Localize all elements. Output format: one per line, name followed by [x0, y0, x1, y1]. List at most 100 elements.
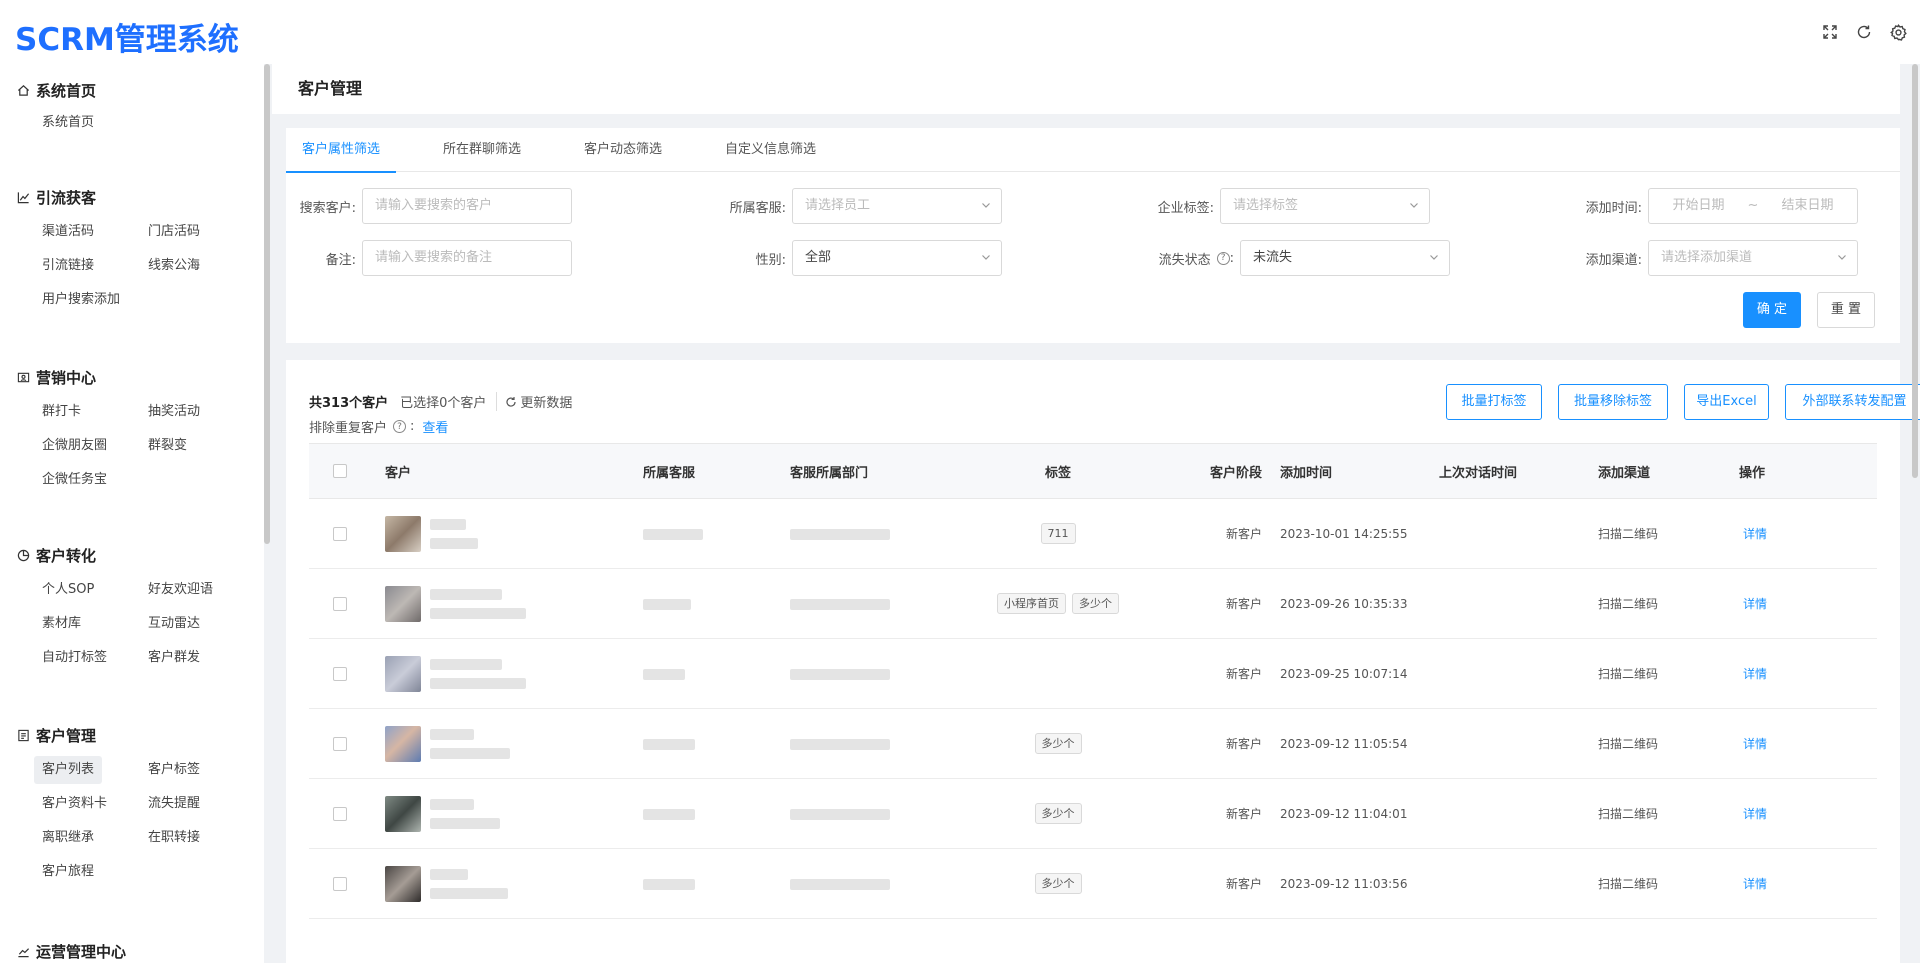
- date-start[interactable]: 开始日期: [1673, 189, 1725, 223]
- tab-attribute-filter[interactable]: 客户属性筛选: [285, 128, 397, 173]
- table-row[interactable]: 多少个 新客户 2023-09-12 11:05:54 扫描二维码 详情: [309, 708, 1877, 779]
- batch-tag-button[interactable]: 批量打标签: [1446, 384, 1542, 420]
- gear-icon[interactable]: [1888, 22, 1908, 42]
- reset-button[interactable]: 重 置: [1817, 292, 1875, 328]
- export-excel-button[interactable]: 导出Excel: [1684, 384, 1769, 420]
- tab-activity-filter[interactable]: 客户动态筛选: [584, 128, 662, 172]
- sidebar-item-moments[interactable]: 企微朋友圈: [34, 432, 115, 460]
- sidebar-item-channel-code[interactable]: 渠道活码: [34, 218, 102, 246]
- detail-link[interactable]: 详情: [1743, 527, 1767, 541]
- row-checkbox[interactable]: [333, 666, 347, 681]
- staff-label: 所属客服:: [729, 200, 786, 216]
- refresh-icon[interactable]: [1854, 22, 1874, 42]
- tab-group-filter[interactable]: 所在群聊筛选: [443, 128, 521, 172]
- batch-untag-button[interactable]: 批量移除标签: [1558, 384, 1668, 420]
- table-row[interactable]: 小程序首页 多少个 新客户 2023-09-26 10:35:33 扫描二维码 详…: [309, 568, 1877, 639]
- customer-name-redacted: [430, 588, 502, 600]
- sidebar-item-resign-inherit[interactable]: 离职继承: [34, 824, 102, 852]
- sidebar-item-journey[interactable]: 客户旅程: [34, 858, 102, 886]
- detail-link[interactable]: 详情: [1743, 737, 1767, 751]
- fullscreen-icon[interactable]: [1820, 22, 1840, 42]
- gender-label: 性别:: [755, 252, 786, 268]
- sidebar-item-personal-sop[interactable]: 个人SOP: [34, 576, 102, 604]
- remark-input[interactable]: 请输入要搜索的备注: [362, 240, 572, 276]
- detail-link[interactable]: 详情: [1743, 877, 1767, 891]
- sidebar-item-customer-list[interactable]: 客户列表: [34, 756, 103, 784]
- sidebar-item-lottery[interactable]: 抽奖活动: [140, 398, 208, 426]
- sidebar-group-title[interactable]: 运营管理中心: [16, 940, 126, 962]
- help-icon[interactable]: ?: [1216, 251, 1230, 265]
- sidebar-item-welcome-msg[interactable]: 好友欢迎语: [140, 576, 221, 604]
- sidebar-group-marketing: 营销中心 群打卡 抽奖活动 企微朋友圈 群裂变 企微任务宝: [16, 366, 246, 494]
- chevron-down-icon: [1430, 255, 1438, 260]
- sidebar-item-group-checkin[interactable]: 群打卡: [34, 398, 89, 426]
- detail-link[interactable]: 详情: [1743, 807, 1767, 821]
- page-title: 客户管理: [272, 64, 1900, 114]
- forward-config-button[interactable]: 外部联系转发配置: [1785, 384, 1920, 420]
- added-time: 2023-09-12 11:04:01: [1280, 778, 1439, 849]
- search-input[interactable]: 请输入要搜索的客户: [362, 188, 572, 224]
- row-checkbox[interactable]: [333, 876, 347, 891]
- added-time: 2023-09-25 10:07:14: [1280, 638, 1439, 709]
- sidebar-item-store-code[interactable]: 门店活码: [140, 218, 208, 246]
- table-row[interactable]: 多少个 新客户 2023-09-12 11:04:01 扫描二维码 详情: [309, 778, 1877, 849]
- sidebar-group-title[interactable]: 引流获客: [16, 186, 246, 208]
- table-row[interactable]: 新客户 2023-09-25 10:07:14 扫描二维码 详情: [309, 638, 1877, 709]
- dedup-view-link[interactable]: 查看: [422, 417, 448, 436]
- row-checkbox[interactable]: [333, 736, 347, 751]
- sidebar-item-customer-tags[interactable]: 客户标签: [140, 756, 208, 784]
- detail-link[interactable]: 详情: [1743, 597, 1767, 611]
- pie-chart-icon: [16, 548, 30, 562]
- table-row[interactable]: 711 新客户 2023-10-01 14:25:55 扫描二维码 详情: [309, 498, 1877, 569]
- sidebar-group-title[interactable]: 客户管理: [16, 724, 246, 746]
- confirm-button[interactable]: 确 定: [1743, 292, 1801, 328]
- table-row[interactable]: 多少个 新客户 2023-09-12 11:03:56 扫描二维码 详情: [309, 848, 1877, 919]
- chevron-down-icon: [982, 255, 990, 260]
- table-header: 客户 所属客服 客服所属部门 标签 客户阶段 添加时间 上次对话时间 添加渠道 …: [309, 443, 1877, 499]
- tag-label: 企业标签:: [1157, 200, 1214, 216]
- channel-select[interactable]: 请选择添加渠道: [1648, 240, 1858, 276]
- sidebar-item-churn-alert[interactable]: 流失提醒: [140, 790, 208, 818]
- date-range-picker[interactable]: 开始日期 ~ 结束日期: [1648, 188, 1858, 224]
- sidebar-item-user-search[interactable]: 用户搜索添加: [34, 286, 128, 314]
- row-checkbox[interactable]: [333, 806, 347, 821]
- select-all-checkbox[interactable]: [333, 464, 347, 478]
- gender-select[interactable]: 全部: [792, 240, 1002, 276]
- sidebar-item-task-treasure[interactable]: 企微任务宝: [34, 466, 115, 494]
- help-icon[interactable]: ?: [393, 420, 407, 433]
- row-checkbox[interactable]: [333, 526, 347, 541]
- sidebar-item-mass-send[interactable]: 客户群发: [140, 644, 208, 672]
- detail-link[interactable]: 详情: [1743, 667, 1767, 681]
- sidebar-item-traffic-link[interactable]: 引流链接: [34, 252, 102, 280]
- refresh-data-button[interactable]: 更新数据: [496, 392, 572, 411]
- staff-select[interactable]: 请选择员工: [792, 188, 1002, 224]
- sidebar-item-system-home[interactable]: 系统首页: [34, 109, 102, 137]
- selected-count: 已选择0个客户: [400, 396, 487, 411]
- main-scrollbar[interactable]: [1912, 64, 1918, 478]
- sidebar-item-transfer[interactable]: 在职转接: [140, 824, 208, 852]
- sidebar-item-profile-card[interactable]: 客户资料卡: [34, 790, 115, 818]
- sidebar-item-material[interactable]: 素材库: [34, 610, 89, 638]
- add-channel: 扫描二维码: [1598, 708, 1733, 779]
- sidebar-item-lead-pool[interactable]: 线索公海: [140, 252, 208, 280]
- department-redacted: [790, 808, 890, 820]
- date-end[interactable]: 结束日期: [1781, 189, 1833, 223]
- sidebar-item-radar[interactable]: 互动雷达: [140, 610, 208, 638]
- sidebar-item-group-fission[interactable]: 群裂变: [140, 432, 195, 460]
- customer-name-redacted: [430, 798, 474, 810]
- sidebar-group-title[interactable]: 营销中心: [16, 366, 246, 388]
- churn-select[interactable]: 未流失: [1240, 240, 1450, 276]
- sidebar-scrollbar[interactable]: [264, 64, 270, 544]
- channel-label: 添加渠道:: [1585, 252, 1642, 268]
- sidebar-group-title[interactable]: 系统首页: [16, 79, 246, 101]
- sidebar-group-customer: 客户管理 客户列表 客户标签 客户资料卡 流失提醒 离职继承 在职转接 客户旅程: [16, 724, 246, 886]
- tag-select[interactable]: 请选择标签: [1220, 188, 1430, 224]
- sidebar-group-traffic: 引流获客 渠道活码 门店活码 引流链接 线索公海 用户搜索添加: [16, 186, 246, 314]
- sidebar-group-title[interactable]: 客户转化: [16, 544, 246, 566]
- row-checkbox[interactable]: [333, 596, 347, 611]
- last-chat-time: [1439, 638, 1598, 709]
- sidebar-item-auto-tag[interactable]: 自动打标签: [34, 644, 115, 672]
- tab-custom-filter[interactable]: 自定义信息筛选: [725, 128, 816, 172]
- col-added-time: 添加时间: [1280, 443, 1439, 499]
- col-action: 操作: [1733, 443, 1877, 499]
